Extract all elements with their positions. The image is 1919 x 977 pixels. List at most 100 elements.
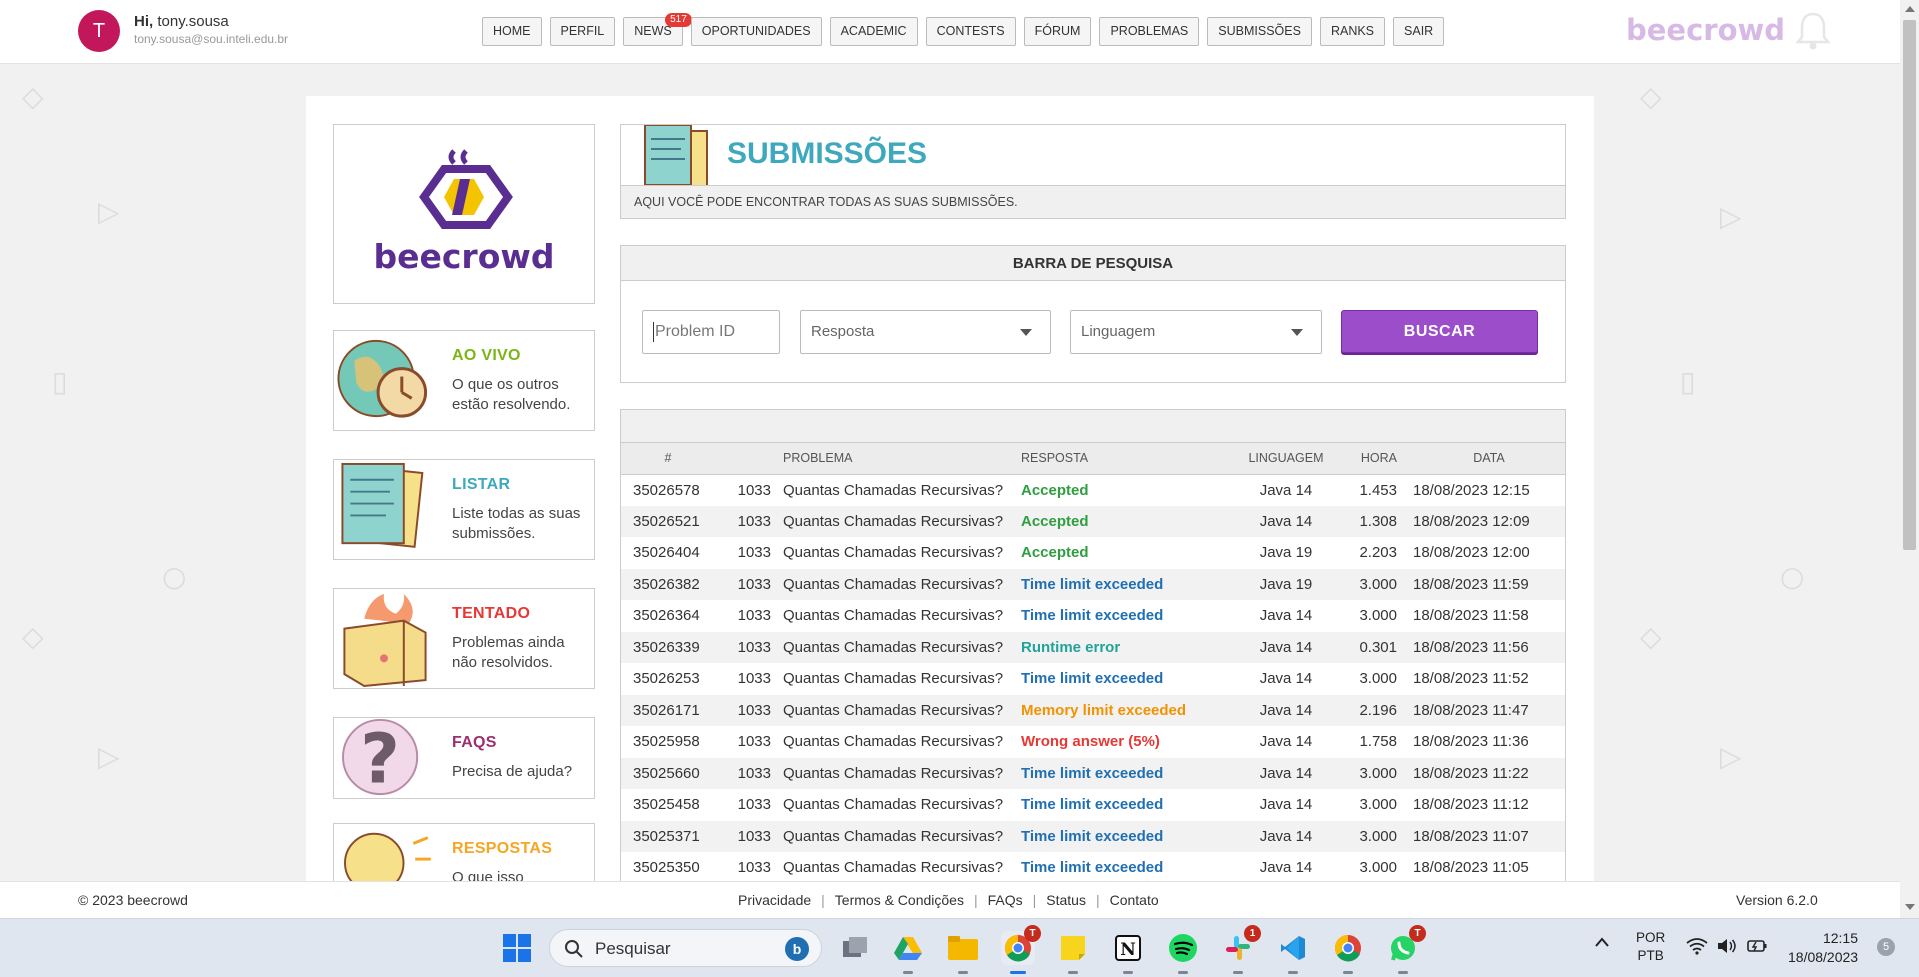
- cell-answer[interactable]: Wrong answer (5%): [1021, 726, 1241, 758]
- nav-perfil[interactable]: PERFIL: [549, 17, 616, 46]
- whatsapp-icon[interactable]: T: [1386, 925, 1426, 974]
- tray-chevron-up-icon[interactable]: [1594, 935, 1610, 951]
- cell-problem-number[interactable]: 1033: [715, 474, 783, 506]
- table-row[interactable]: 35026521 1033 Quantas Chamadas Recursivas?…: [621, 505, 1565, 537]
- cell-submission-id[interactable]: 35026339: [621, 631, 715, 663]
- table-row[interactable]: 35025458 1033 Quantas Chamadas Recursivas?…: [621, 789, 1565, 821]
- spotify-icon[interactable]: [1166, 931, 1200, 974]
- cell-problem-name[interactable]: Quantas Chamadas Recursivas?: [783, 537, 1021, 569]
- brand-logo[interactable]: beecrowd: [1626, 13, 1785, 47]
- cell-answer[interactable]: Time limit exceeded: [1021, 568, 1241, 600]
- side-card-faqs[interactable]: ? FAQS Precisa de ajuda?: [333, 717, 595, 799]
- cell-problem-number[interactable]: 1033: [715, 694, 783, 726]
- cell-problem-number[interactable]: 1033: [715, 505, 783, 537]
- resposta-select[interactable]: Resposta: [800, 310, 1051, 354]
- linguagem-select[interactable]: Linguagem: [1070, 310, 1322, 354]
- windows-start-icon[interactable]: [500, 931, 534, 965]
- cell-problem-name[interactable]: Quantas Chamadas Recursivas?: [783, 505, 1021, 537]
- cell-problem-name[interactable]: Quantas Chamadas Recursivas?: [783, 600, 1021, 632]
- cell-problem-name[interactable]: Quantas Chamadas Recursivas?: [783, 694, 1021, 726]
- col-header-linguagem[interactable]: LINGUAGEM: [1241, 443, 1331, 475]
- nav-sair[interactable]: SAIR: [1393, 17, 1445, 46]
- cell-answer[interactable]: Time limit exceeded: [1021, 757, 1241, 789]
- nav-forum[interactable]: FÓRUM: [1023, 17, 1092, 46]
- cell-answer[interactable]: Time limit exceeded: [1021, 852, 1241, 881]
- nav-news[interactable]: NEWS 517: [623, 13, 692, 46]
- cell-answer[interactable]: Time limit exceeded: [1021, 789, 1241, 821]
- table-row[interactable]: 35026382 1033 Quantas Chamadas Recursivas?…: [621, 568, 1565, 600]
- cell-problem-name[interactable]: Quantas Chamadas Recursivas?: [783, 789, 1021, 821]
- nav-problemas[interactable]: PROBLEMAS: [1099, 17, 1200, 46]
- cell-problem-name[interactable]: Quantas Chamadas Recursivas?: [783, 852, 1021, 881]
- cell-submission-id[interactable]: 35025458: [621, 789, 715, 821]
- cell-submission-id[interactable]: 35026253: [621, 663, 715, 695]
- footer-link-contato[interactable]: Contato: [1100, 892, 1169, 908]
- col-header-id[interactable]: #: [621, 443, 715, 475]
- beecrowd-logo-card[interactable]: beecrowd: [333, 124, 595, 304]
- side-card-tentado[interactable]: TENTADO Problemas ainda não resolvidos.: [333, 588, 595, 689]
- cell-submission-id[interactable]: 35026521: [621, 505, 715, 537]
- table-row[interactable]: 35025958 1033 Quantas Chamadas Recursivas?…: [621, 726, 1565, 758]
- cell-problem-name[interactable]: Quantas Chamadas Recursivas?: [783, 726, 1021, 758]
- side-card-listar[interactable]: LISTAR Liste todas as suas submissões.: [333, 459, 595, 560]
- chrome-profile-2-icon[interactable]: [1331, 931, 1365, 974]
- scroll-thumb[interactable]: [1903, 20, 1916, 550]
- nav-academic[interactable]: ACADEMIC: [829, 17, 918, 46]
- table-row[interactable]: 35026339 1033 Quantas Chamadas Recursivas?…: [621, 631, 1565, 663]
- problem-id-input[interactable]: Problem ID: [642, 310, 780, 354]
- page-scrollbar[interactable]: [1900, 0, 1919, 918]
- chrome-icon[interactable]: T: [1001, 925, 1041, 974]
- cell-answer[interactable]: Accepted: [1021, 505, 1241, 537]
- cell-submission-id[interactable]: 35026404: [621, 537, 715, 569]
- cell-answer[interactable]: Accepted: [1021, 474, 1241, 506]
- cell-answer[interactable]: Time limit exceeded: [1021, 820, 1241, 852]
- cell-problem-number[interactable]: 1033: [715, 852, 783, 881]
- cell-submission-id[interactable]: 35026171: [621, 694, 715, 726]
- table-row[interactable]: 35026578 1033 Quantas Chamadas Recursivas?…: [621, 474, 1565, 506]
- nav-contests[interactable]: CONTESTS: [925, 17, 1016, 46]
- nav-submissoes[interactable]: SUBMISSÕES: [1207, 17, 1312, 46]
- cell-problem-name[interactable]: Quantas Chamadas Recursivas?: [783, 568, 1021, 600]
- col-header-resposta[interactable]: RESPOSTA: [1021, 443, 1241, 475]
- cell-problem-number[interactable]: 1033: [715, 820, 783, 852]
- bell-icon[interactable]: [1793, 10, 1833, 56]
- footer-link-faqs[interactable]: FAQs: [978, 892, 1033, 908]
- table-row[interactable]: 35025371 1033 Quantas Chamadas Recursivas?…: [621, 820, 1565, 852]
- language-indicator[interactable]: POR PTB: [1636, 929, 1665, 965]
- cell-problem-number[interactable]: 1033: [715, 789, 783, 821]
- notion-icon[interactable]: N: [1111, 931, 1145, 974]
- cell-submission-id[interactable]: 35026578: [621, 474, 715, 506]
- cell-answer[interactable]: Time limit exceeded: [1021, 600, 1241, 632]
- buscar-button[interactable]: BUSCAR: [1341, 310, 1538, 353]
- scroll-down-arrow[interactable]: [1905, 904, 1915, 910]
- wifi-icon[interactable]: [1686, 937, 1708, 958]
- footer-link-termos[interactable]: Termos & Condições: [825, 892, 974, 908]
- cell-answer[interactable]: Memory limit exceeded: [1021, 694, 1241, 726]
- cell-problem-name[interactable]: Quantas Chamadas Recursivas?: [783, 663, 1021, 695]
- cell-submission-id[interactable]: 35025371: [621, 820, 715, 852]
- cell-answer[interactable]: Accepted: [1021, 537, 1241, 569]
- nav-oportunidades[interactable]: OPORTUNIDADES: [690, 17, 822, 46]
- cell-answer[interactable]: Time limit exceeded: [1021, 663, 1241, 695]
- cell-problem-name[interactable]: Quantas Chamadas Recursivas?: [783, 820, 1021, 852]
- cell-submission-id[interactable]: 35025350: [621, 852, 715, 881]
- col-header-data[interactable]: DATA: [1405, 443, 1565, 475]
- avatar[interactable]: T: [78, 10, 120, 52]
- table-row[interactable]: 35026171 1033 Quantas Chamadas Recursivas?…: [621, 694, 1565, 726]
- cell-submission-id[interactable]: 35025660: [621, 757, 715, 789]
- table-row[interactable]: 35026364 1033 Quantas Chamadas Recursivas?…: [621, 600, 1565, 632]
- side-card-ao-vivo[interactable]: AO VIVO O que os outros estão resolvendo…: [333, 330, 595, 431]
- task-view-icon[interactable]: [838, 931, 872, 965]
- cell-problem-number[interactable]: 1033: [715, 568, 783, 600]
- nav-home[interactable]: HOME: [482, 17, 542, 46]
- google-drive-icon[interactable]: [891, 931, 925, 974]
- cell-answer[interactable]: Runtime error: [1021, 631, 1241, 663]
- sticky-notes-icon[interactable]: [1056, 931, 1090, 974]
- cell-submission-id[interactable]: 35025958: [621, 726, 715, 758]
- cell-problem-name[interactable]: Quantas Chamadas Recursivas?: [783, 631, 1021, 663]
- nav-ranks[interactable]: RANKS: [1319, 17, 1386, 46]
- table-row[interactable]: 35026404 1033 Quantas Chamadas Recursivas?…: [621, 537, 1565, 569]
- col-header-problema[interactable]: PROBLEMA: [783, 443, 1021, 475]
- notification-count-badge[interactable]: 5: [1877, 938, 1895, 956]
- table-row[interactable]: 35025660 1033 Quantas Chamadas Recursivas?…: [621, 757, 1565, 789]
